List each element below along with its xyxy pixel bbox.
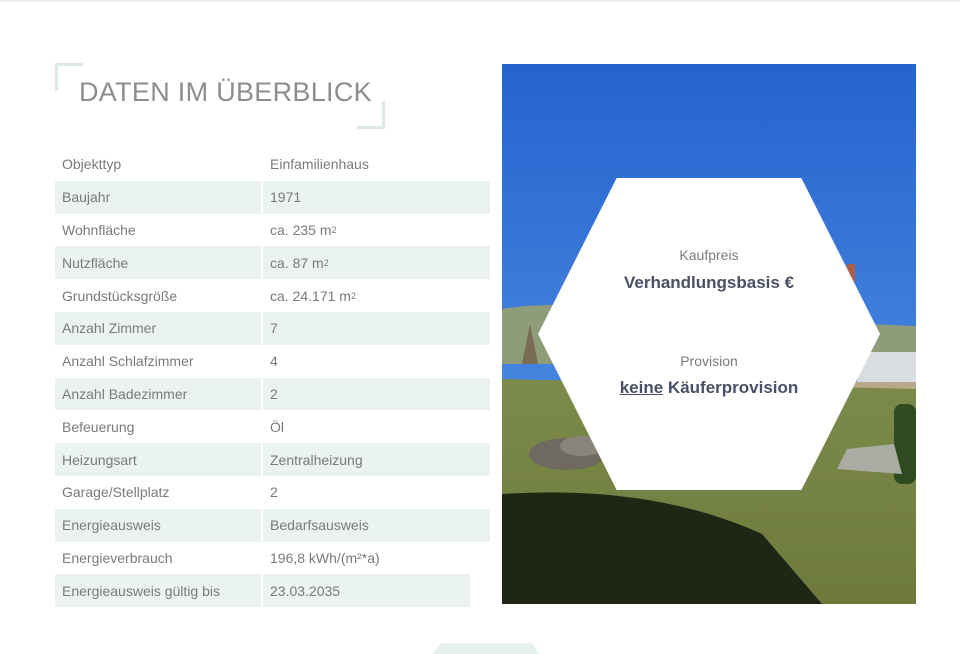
detail-value: Zentralheizung bbox=[263, 443, 490, 476]
price-value: Verhandlungsbasis € bbox=[623, 273, 795, 292]
detail-label: Baujahr bbox=[55, 180, 261, 214]
detail-label: Anzahl Badezimmer bbox=[55, 377, 261, 411]
table-row: Anzahl Zimmer 7 bbox=[55, 311, 490, 345]
table-row: Garage/Stellplatz 2 bbox=[55, 476, 490, 509]
detail-value: 2 bbox=[263, 377, 490, 411]
detail-value: ca. 235 m2 bbox=[270, 221, 337, 238]
detail-value: 2 bbox=[270, 484, 278, 501]
detail-label: Garage/Stellplatz bbox=[62, 484, 170, 501]
table-row: Anzahl Badezimmer 2 bbox=[55, 377, 490, 411]
section-title: DATEN IM ÜBERBLICK bbox=[79, 77, 372, 107]
section-heading: DATEN IM ÜBERBLICK bbox=[55, 63, 385, 129]
heading-frame-corner-bottom-right bbox=[357, 101, 385, 129]
table-row: Nutzfläche ca. 87 m2 bbox=[55, 246, 490, 280]
table-row: Anzahl Schlafzimmer 4 bbox=[55, 345, 490, 378]
detail-value: 4 bbox=[270, 353, 278, 370]
commission-value: keine Käuferprovision bbox=[538, 378, 880, 398]
detail-label: Nutzfläche bbox=[55, 246, 261, 280]
table-row: Energieausweis Bedarfsausweis bbox=[55, 508, 490, 542]
value-text: ca. 24.171 m bbox=[270, 287, 351, 304]
detail-label: Anzahl Zimmer bbox=[55, 311, 261, 345]
price-label: Kaufpreis bbox=[679, 247, 739, 263]
detail-label: Grundstücksgröße bbox=[62, 287, 178, 304]
detail-label: Energieausweis gültig bis bbox=[55, 574, 261, 608]
next-section-tab[interactable] bbox=[432, 643, 540, 654]
detail-label: Energieausweis bbox=[55, 508, 261, 542]
table-row: Baujahr 1971 bbox=[55, 180, 490, 214]
detail-value: Einfamilienhaus bbox=[270, 156, 369, 173]
commission-text: Käuferprovision bbox=[663, 378, 799, 397]
detail-label: Heizungsart bbox=[55, 443, 261, 476]
property-details-table: Objekttyp Einfamilienhaus Baujahr 1971 W… bbox=[55, 148, 490, 608]
top-divider bbox=[0, 0, 960, 2]
detail-value: ca. 24.171 m2 bbox=[270, 287, 356, 304]
table-row: Objekttyp Einfamilienhaus bbox=[55, 148, 490, 181]
detail-value: ca. 87 m2 bbox=[263, 246, 490, 280]
table-row: Heizungsart Zentralheizung bbox=[55, 443, 490, 476]
detail-label: Befeuerung bbox=[62, 418, 135, 435]
detail-value: Öl bbox=[270, 418, 284, 435]
table-row: Grundstücksgröße ca. 24.171 m2 bbox=[55, 279, 490, 312]
table-row: Befeuerung Öl bbox=[55, 410, 490, 443]
detail-label: Objekttyp bbox=[62, 156, 122, 173]
table-row: Energieausweis gültig bis 23.03.2035 bbox=[55, 574, 490, 608]
value-text: ca. 87 m bbox=[270, 254, 324, 271]
detail-label: Anzahl Schlafzimmer bbox=[62, 353, 194, 370]
detail-label: Energieverbrauch bbox=[62, 549, 173, 566]
detail-value: Bedarfsausweis bbox=[263, 508, 490, 542]
value-text: ca. 235 m bbox=[270, 221, 332, 238]
detail-value: 23.03.2035 bbox=[263, 574, 470, 608]
commission-link[interactable]: keine bbox=[620, 378, 663, 397]
table-row: Energieverbrauch 196,8 kWh/(m²*a) bbox=[55, 542, 490, 575]
detail-value: 196,8 kWh/(m²*a) bbox=[270, 549, 380, 566]
detail-label: Wohnfläche bbox=[62, 221, 136, 238]
detail-value: 7 bbox=[263, 311, 490, 345]
table-row: Wohnfläche ca. 235 m2 bbox=[55, 214, 490, 247]
detail-value: 1971 bbox=[263, 180, 490, 214]
commission-label: Provision bbox=[680, 353, 738, 369]
